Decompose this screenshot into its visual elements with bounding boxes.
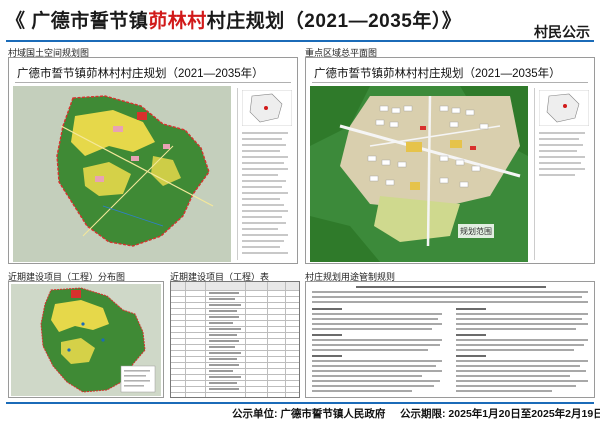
- page-footer: 公示单位: 广德市誓节镇人民政府 公示期限: 2025年1月20日至2025年2…: [0, 402, 600, 424]
- key-area-plan-map: 规划范围: [310, 86, 528, 262]
- key-area-panel: 广德市誓节镇茆林村村庄规划（2021—2035年） 规划范围: [305, 57, 595, 264]
- page-header: 《 广德市誓节镇茆林村村庄规划（2021—2035年）》 村民公示: [0, 0, 600, 40]
- plan-area-stamp: 规划范围: [460, 226, 492, 236]
- header-divider: [6, 40, 594, 42]
- page-title: 《 广德市誓节镇茆林村村庄规划（2021—2035年）》: [6, 6, 461, 33]
- key-area-panel-title: 广德市誓节镇茆林村村庄规划（2021—2035年）: [314, 68, 561, 80]
- publishing-unit-value: 广德市誓节镇人民政府: [280, 408, 386, 420]
- publishing-period-label: 公示期限:: [400, 408, 446, 420]
- recent-projects-table: [170, 281, 300, 398]
- footer-divider: [6, 402, 594, 404]
- key-area-legend: [534, 88, 592, 260]
- territorial-map: [13, 86, 231, 262]
- territorial-panel-title: 广德市誓节镇茆林村村庄规划（2021—2035年）: [17, 68, 264, 80]
- key-area-locator-inset: [539, 90, 589, 126]
- territorial-map-panel: 广德市誓节镇茆林村村庄规划（2021—2035年）: [8, 57, 298, 264]
- locator-inset: [242, 90, 292, 126]
- territorial-legend: [237, 88, 295, 260]
- publishing-period-value: 2025年1月20日至2025年2月19日: [448, 408, 600, 420]
- recent-projects-map-panel: [8, 281, 164, 398]
- notice-tag: 村民公示: [534, 24, 590, 40]
- publishing-unit-label: 公示单位:: [232, 408, 278, 420]
- publishing-period: 公示期限: 2025年1月20日至2025年2月19日: [400, 406, 600, 421]
- publishing-unit: 公示单位: 广德市誓节镇人民政府: [232, 406, 385, 421]
- recent-projects-map: [11, 284, 161, 396]
- title-prefix: 《 广德市誓节镇: [6, 11, 149, 32]
- land-use-rules-panel: [305, 281, 595, 398]
- title-suffix: 村庄规划（2021—2035年）》: [206, 11, 462, 32]
- title-village-name: 茆林村: [148, 11, 207, 32]
